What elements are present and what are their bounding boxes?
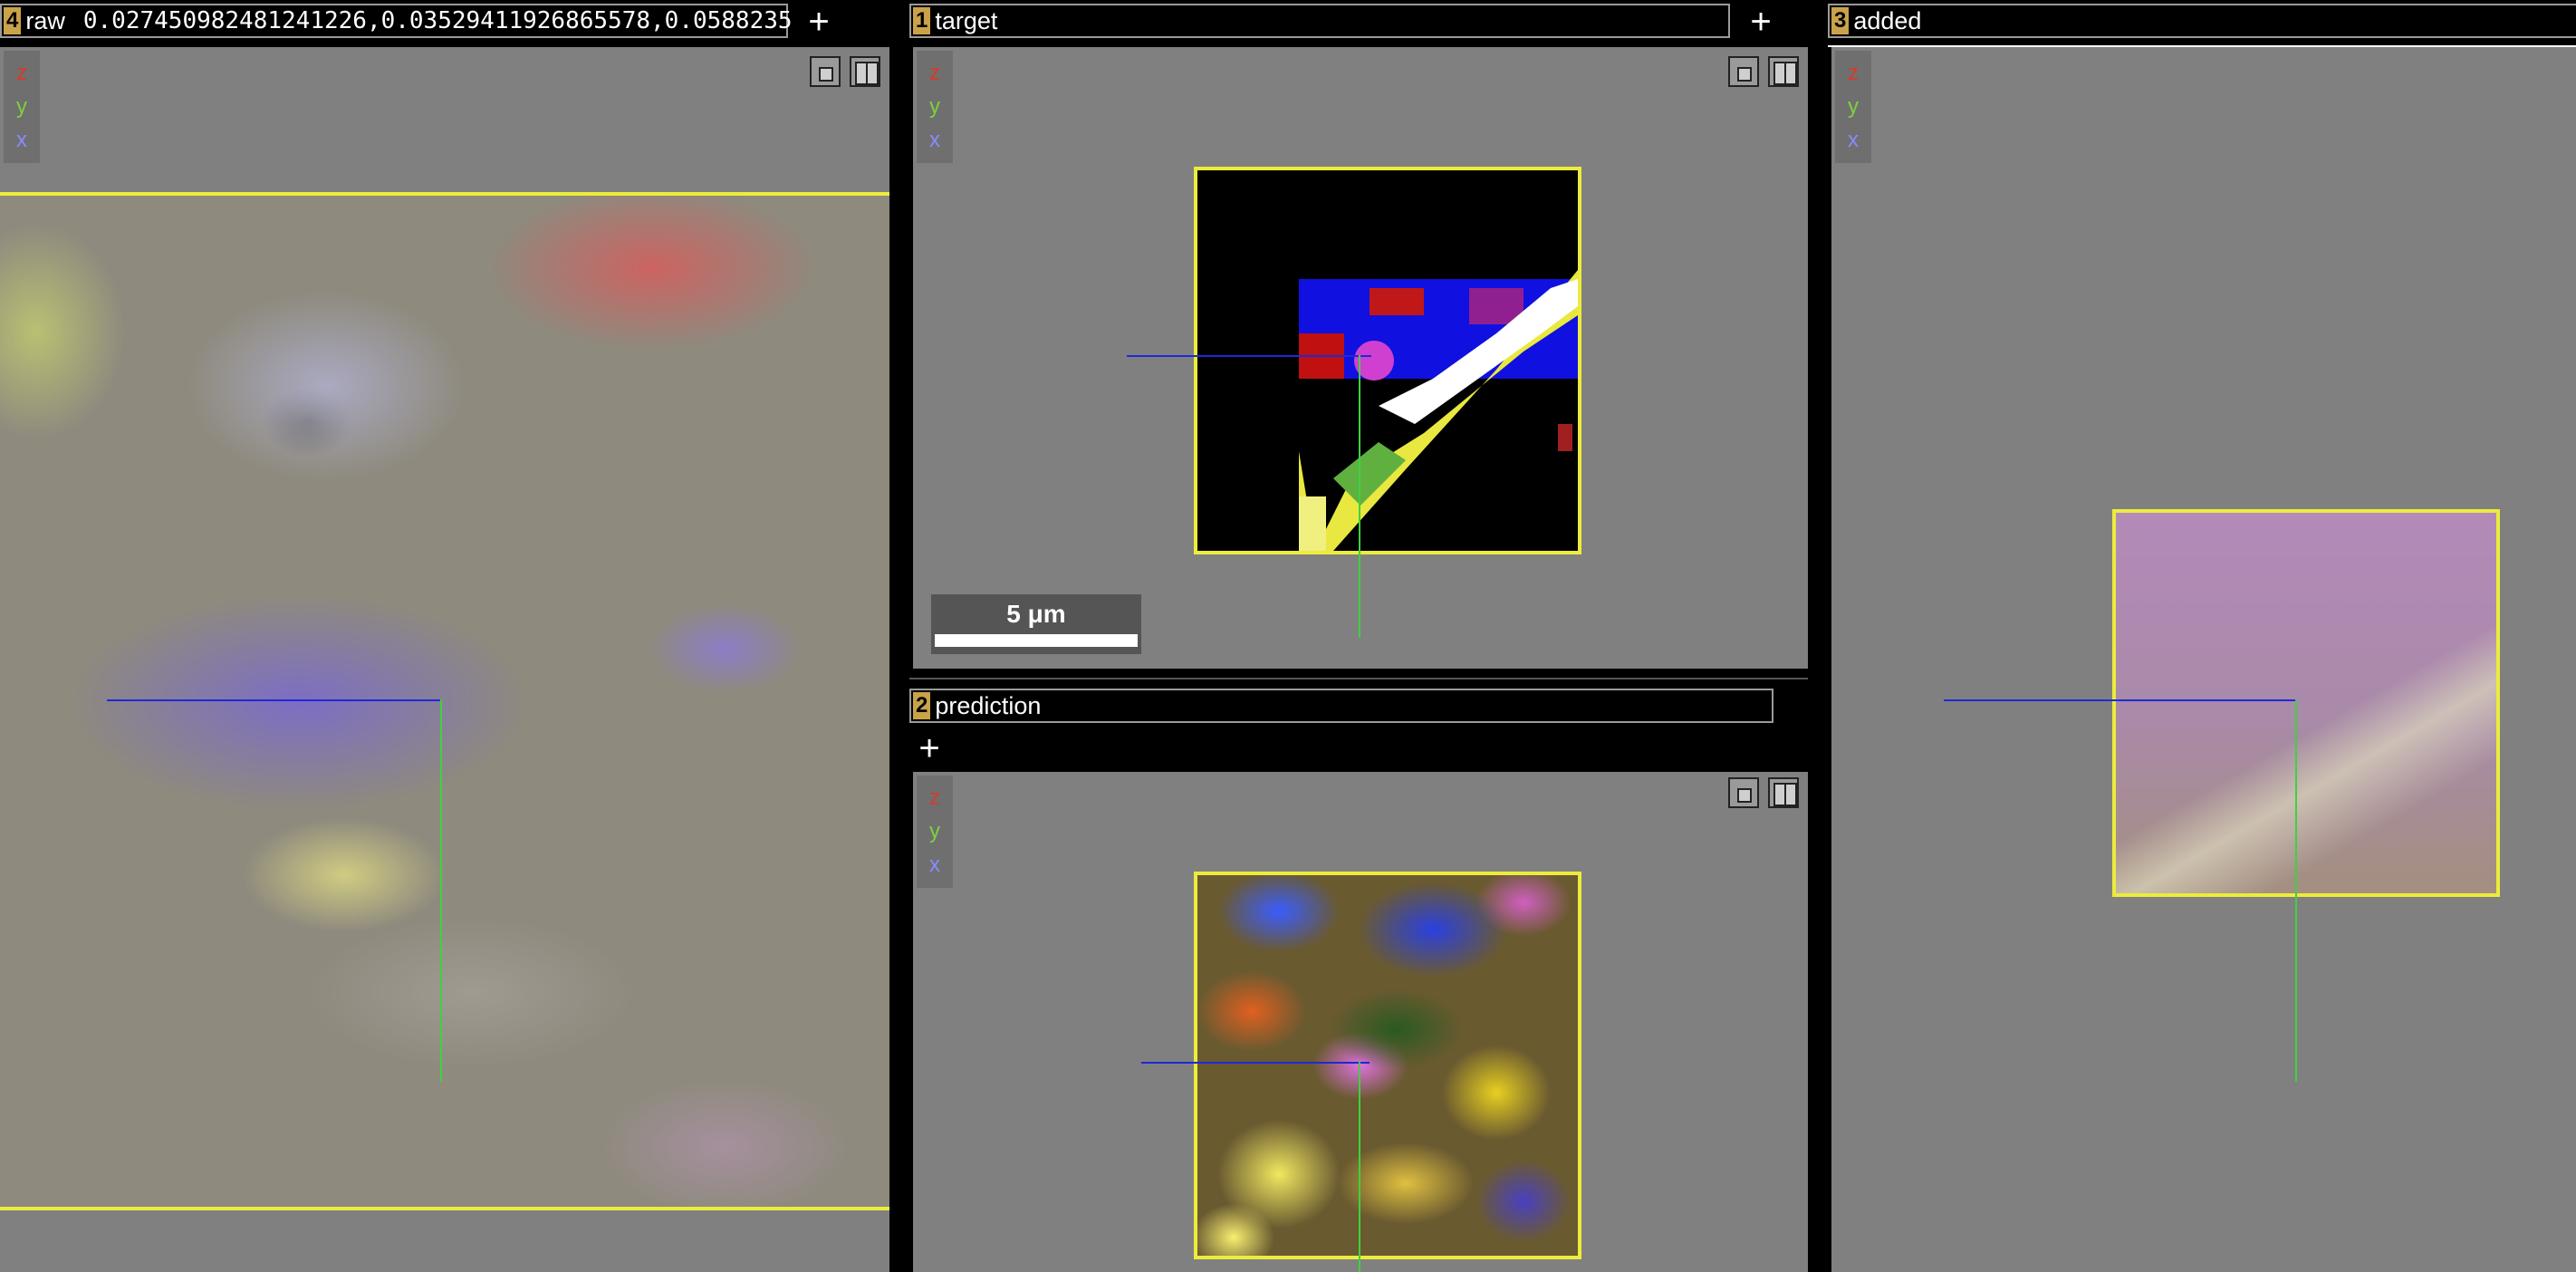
crosshair-horizontal <box>107 699 442 701</box>
crosshair-horizontal <box>1141 1062 1370 1064</box>
viewer-panel-raw[interactable]: z y x <box>0 47 889 1272</box>
row-divider[interactable] <box>909 670 1812 678</box>
layer-value-readout: 0.027450982481241226,0.03529411926865578… <box>82 7 793 34</box>
scale-bar-line <box>935 634 1138 647</box>
layer-name: target <box>935 6 998 34</box>
layer-number: 1 <box>913 7 931 34</box>
layout-single-icon[interactable] <box>1728 777 1759 808</box>
add-layer-button[interactable]: + <box>1743 4 1779 40</box>
axis-label-x: x <box>1848 128 1859 153</box>
viewer-panel-added[interactable]: z y x <box>1831 47 2576 1272</box>
layer-number: 4 <box>4 7 22 34</box>
layer-number: 2 <box>913 692 931 719</box>
layer-number: 3 <box>1831 7 1850 34</box>
viewer-panel-prediction[interactable]: z y x <box>913 772 1808 1272</box>
layer-tab-raw[interactable]: 4 raw 0.027450982481241226,0.03529411926… <box>0 4 793 38</box>
column-divider[interactable] <box>1808 0 1828 1272</box>
layer-tab-added[interactable]: 3 added <box>1828 4 2576 38</box>
axis-legend: z y x <box>1835 51 1871 163</box>
axis-label-y: y <box>929 93 940 119</box>
layout-split-icon[interactable] <box>1768 777 1799 808</box>
axis-legend: z y x <box>917 776 953 888</box>
add-layer-button[interactable]: + <box>911 730 947 766</box>
viewer-panel-target[interactable]: z y x 5 μm <box>913 47 1808 669</box>
prediction-image <box>1194 872 1581 1259</box>
scale-bar-label: 5 μm <box>1006 600 1066 628</box>
column-divider[interactable] <box>889 0 908 1272</box>
raw-image <box>0 192 889 1210</box>
scale-bar: 5 μm <box>931 594 1141 654</box>
layout-split-icon[interactable] <box>850 56 880 87</box>
layer-name: prediction <box>935 691 1042 719</box>
axis-label-z: z <box>929 60 940 85</box>
layout-single-icon[interactable] <box>1728 56 1759 87</box>
axis-label-y: y <box>929 818 940 843</box>
layout-single-icon[interactable] <box>810 56 841 87</box>
axis-label-x: x <box>16 128 27 153</box>
added-image <box>2112 509 2500 897</box>
layer-tab-target[interactable]: 1 target <box>909 4 1730 38</box>
axis-label-y: y <box>16 93 27 119</box>
axis-legend: z y x <box>4 51 40 163</box>
crosshair-vertical <box>1359 355 1360 638</box>
add-layer-button[interactable]: + <box>801 4 837 40</box>
layout-split-icon[interactable] <box>1768 56 1799 87</box>
crosshair-horizontal <box>1127 355 1371 357</box>
axis-label-z: z <box>929 785 940 810</box>
axis-label-x: x <box>929 853 940 878</box>
layer-tab-prediction[interactable]: 2 prediction <box>909 689 1773 723</box>
crosshair-vertical <box>1359 1062 1360 1272</box>
axis-label-z: z <box>16 60 27 85</box>
layer-name: added <box>1853 6 1922 34</box>
layer-name: raw <box>25 6 65 34</box>
crosshair-vertical <box>440 699 442 1082</box>
target-image <box>1194 167 1581 554</box>
crosshair-vertical <box>2295 699 2297 1082</box>
crosshair-horizontal <box>1944 699 2297 701</box>
axis-legend: z y x <box>917 51 953 163</box>
axis-label-y: y <box>1848 93 1859 119</box>
axis-label-z: z <box>1848 60 1859 85</box>
axis-label-x: x <box>929 128 940 153</box>
